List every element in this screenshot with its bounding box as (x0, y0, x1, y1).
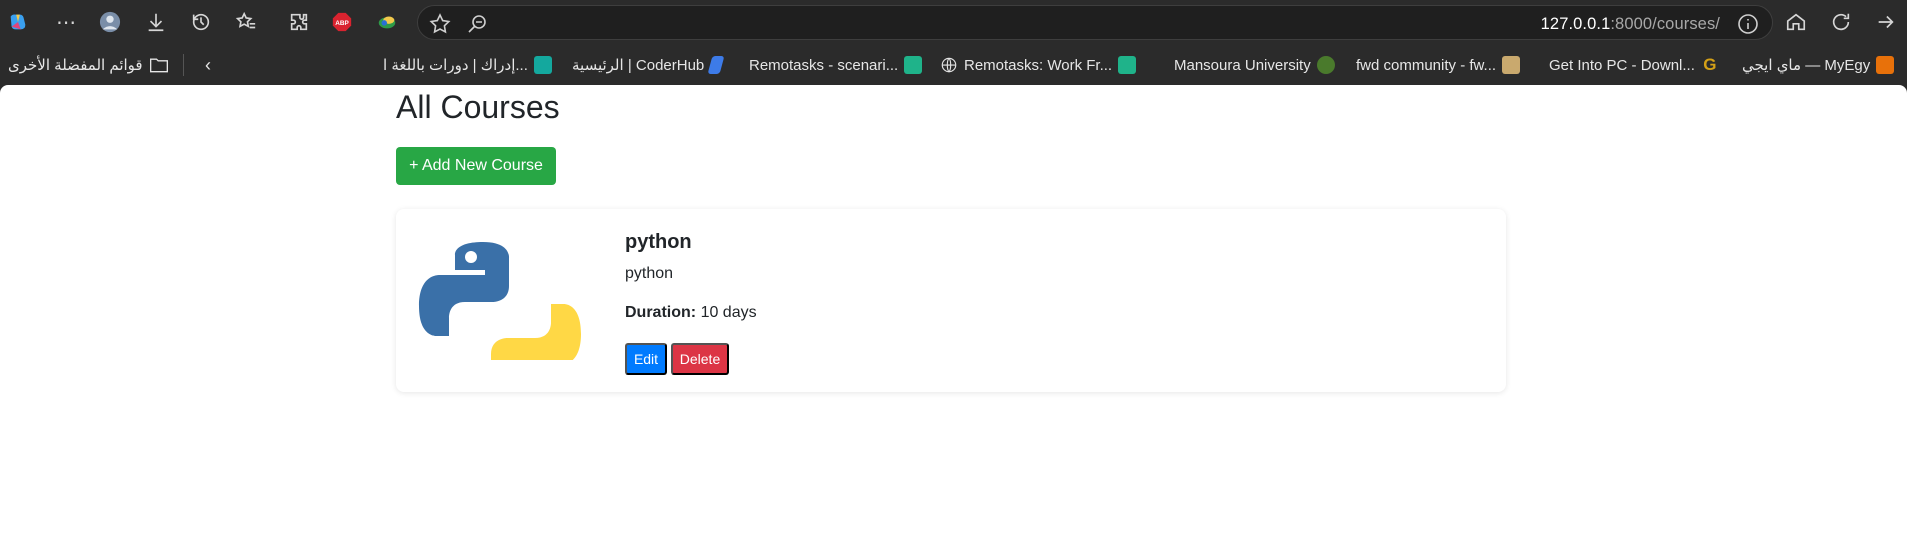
bookmark-item[interactable]: Remotasks - scenari... (749, 55, 923, 75)
browser-toolbar: ⋯ ABP 127.0.0.1:8000/courses/ (0, 0, 1907, 44)
page-title: All Courses (396, 89, 560, 125)
python-logo-icon (415, 240, 585, 360)
myegy-icon (1876, 56, 1895, 74)
globe-icon (940, 56, 958, 74)
bookmark-item[interactable]: الرئيسية | CoderHub (572, 55, 725, 75)
home-icon[interactable] (1782, 8, 1810, 36)
bookmark-label: Remotasks: Work Fr... (964, 56, 1113, 74)
bookmark-label: Mansoura University (1174, 56, 1311, 74)
folder-icon (149, 56, 169, 74)
info-icon[interactable] (1736, 12, 1760, 36)
bookmark-label: Get Into PC - Downl... (1549, 56, 1695, 74)
chevron-left-icon[interactable]: ‹ (205, 55, 211, 75)
bookmark-label: ماي ايجي — MyEgy (1742, 57, 1871, 74)
other-favorites-label: قوائم المفضلة الأخرى (8, 57, 143, 74)
bookmark-item[interactable]: Remotasks: Work Fr... (940, 55, 1137, 75)
duration-value: 10 days (700, 304, 757, 321)
profile-avatar[interactable] (96, 8, 124, 36)
refresh-icon[interactable] (1827, 8, 1855, 36)
bookmark-label: fwd community - fw... (1356, 56, 1497, 74)
course-name: python (625, 231, 692, 253)
svg-text:ABP: ABP (335, 20, 349, 27)
edit-button[interactable]: Edit (625, 343, 667, 375)
divider (183, 54, 184, 76)
favorites-icon[interactable] (232, 8, 260, 36)
extension-icon[interactable] (373, 8, 401, 36)
bookmarks-bar: قوائم المفضلة الأخرى ‹ إدراك | دورات بال… (0, 44, 1907, 85)
delete-button[interactable]: Delete (671, 343, 729, 375)
course-description: python (625, 265, 674, 282)
coderhub-icon (707, 56, 725, 74)
fwd-icon (1502, 56, 1521, 74)
star-icon[interactable] (428, 12, 452, 36)
course-duration: Duration: 10 days (625, 304, 757, 322)
add-course-button[interactable]: + Add New Course (396, 147, 556, 185)
idraak-icon (533, 56, 552, 74)
duration-label: Duration: (625, 304, 697, 321)
address-bar[interactable]: 127.0.0.1:8000/courses/ (417, 5, 1773, 40)
more-icon[interactable]: ⋯ (52, 8, 80, 36)
bookmark-item[interactable]: Get Into PC - Downl... G (1549, 55, 1719, 75)
zoom-icon[interactable] (465, 12, 489, 36)
bookmark-item[interactable]: fwd community - fw... (1356, 55, 1521, 75)
other-favorites[interactable]: قوائم المفضلة الأخرى (8, 55, 169, 75)
adblock-icon[interactable]: ABP (328, 8, 356, 36)
copilot-icon[interactable] (4, 8, 32, 36)
bookmark-item[interactable]: ماي ايجي — MyEgy (1742, 55, 1895, 75)
bookmark-item[interactable]: Mansoura University (1174, 55, 1335, 75)
course-card: python python Duration: 10 days Edit Del… (396, 209, 1506, 392)
download-icon[interactable] (142, 8, 170, 36)
bookmark-label: إدراك | دورات باللغة ا... (383, 57, 528, 74)
address-url[interactable]: 127.0.0.1:8000/courses/ (1541, 15, 1720, 34)
bookmark-label: Remotasks - scenari... (749, 56, 899, 74)
getintopc-icon: G (1703, 55, 1717, 74)
forward-icon[interactable] (1872, 8, 1900, 36)
extensions-icon[interactable] (285, 8, 313, 36)
history-icon[interactable] (187, 8, 215, 36)
remotasks-icon (904, 56, 923, 74)
page-content: All Courses + Add New Course python pyth… (0, 85, 1907, 543)
bookmark-label: الرئيسية | CoderHub (572, 57, 705, 74)
bookmark-item[interactable]: إدراك | دورات باللغة ا... (383, 55, 552, 75)
mansoura-icon (1316, 56, 1335, 74)
remotasks-icon (1118, 56, 1137, 74)
